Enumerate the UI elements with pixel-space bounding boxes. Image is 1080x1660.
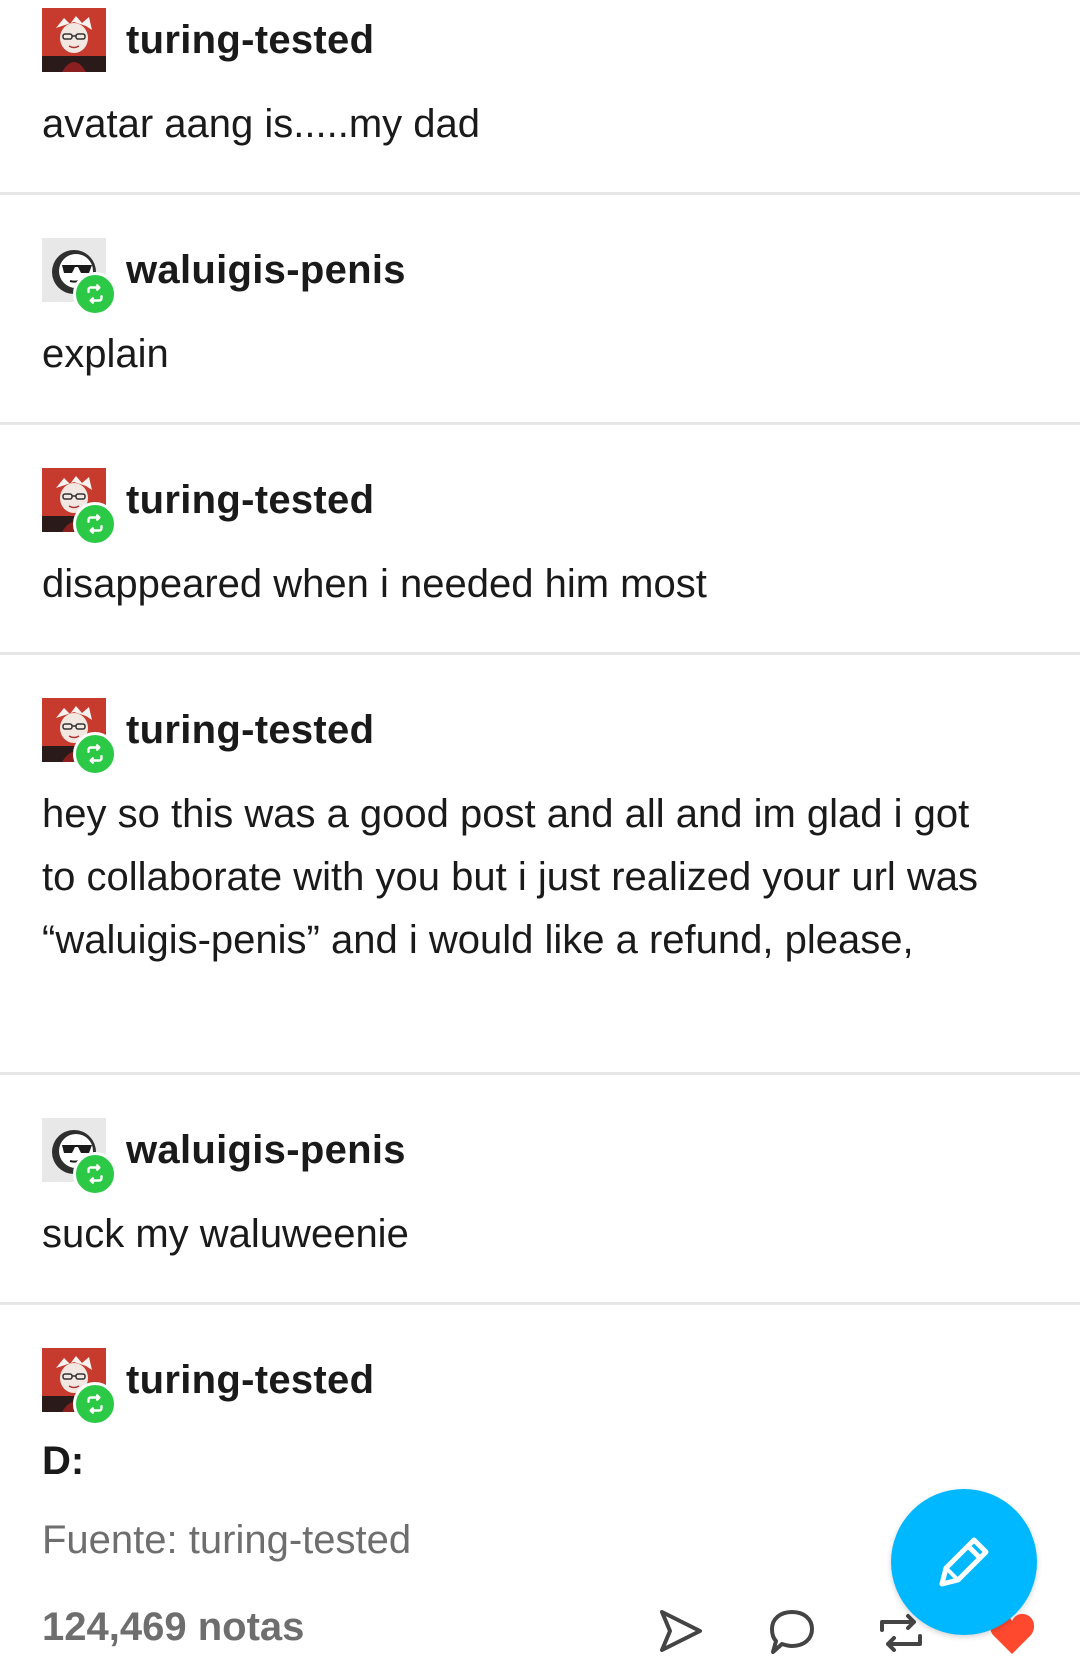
post-source[interactable]: Fuente: turing-tested xyxy=(42,1518,411,1563)
username[interactable]: turing-tested xyxy=(126,710,374,750)
reblog-badge-icon xyxy=(73,272,117,316)
entry-text: hey so this was a good post and all and … xyxy=(42,792,979,962)
username[interactable]: waluigis-penis xyxy=(126,250,406,290)
entry-header: turing-tested xyxy=(42,698,374,776)
avatar[interactable] xyxy=(42,1348,117,1426)
divider xyxy=(0,192,1080,195)
comment-icon[interactable] xyxy=(766,1606,818,1658)
entry-header: waluigis-penis xyxy=(42,238,406,316)
reblog-badge-icon xyxy=(73,502,117,546)
username[interactable]: turing-tested xyxy=(126,20,374,60)
reblog-badge-icon xyxy=(73,732,117,776)
thread-entry: turing-tested D: xyxy=(0,1340,1080,1483)
notes-count[interactable]: 124,469 notas xyxy=(42,1605,304,1650)
avatar[interactable] xyxy=(42,468,117,546)
entry-text: D: xyxy=(42,1439,85,1483)
thread-entry: waluigis-penis explain xyxy=(0,230,1080,420)
avatar[interactable] xyxy=(42,1118,117,1196)
avatar[interactable] xyxy=(42,8,106,72)
thread-entry: waluigis-penis suck my waluweenie xyxy=(0,1110,1080,1300)
divider xyxy=(0,652,1080,655)
entry-header: turing-tested xyxy=(42,8,374,72)
entry-text: suck my waluweenie xyxy=(42,1212,409,1256)
thread-entry: turing-tested disappeared when i needed … xyxy=(0,460,1080,650)
divider xyxy=(0,1302,1080,1305)
entry-text: disappeared when i needed him most xyxy=(42,562,707,606)
entry-text: explain xyxy=(42,332,169,376)
reblog-badge-icon xyxy=(73,1152,117,1196)
entry-text: avatar aang is.....my dad xyxy=(42,102,481,146)
entry-header: waluigis-penis xyxy=(42,1118,406,1196)
username[interactable]: waluigis-penis xyxy=(126,1130,406,1170)
reblog-badge-icon xyxy=(73,1382,117,1426)
compose-button[interactable] xyxy=(891,1489,1037,1635)
avatar[interactable] xyxy=(42,238,117,316)
pencil-icon xyxy=(939,1537,989,1587)
username[interactable]: turing-tested xyxy=(126,480,374,520)
username[interactable]: turing-tested xyxy=(126,1360,374,1400)
divider xyxy=(0,422,1080,425)
divider xyxy=(0,1072,1080,1075)
entry-header: turing-tested xyxy=(42,1348,374,1426)
avatar[interactable] xyxy=(42,698,117,776)
red-character-avatar-icon xyxy=(42,8,106,72)
send-icon[interactable] xyxy=(656,1606,706,1656)
entry-header: turing-tested xyxy=(42,468,374,546)
thread-entry: turing-tested avatar aang is.....my dad xyxy=(0,0,1080,190)
thread-entry: turing-tested hey so this was a good pos… xyxy=(0,690,1080,1070)
